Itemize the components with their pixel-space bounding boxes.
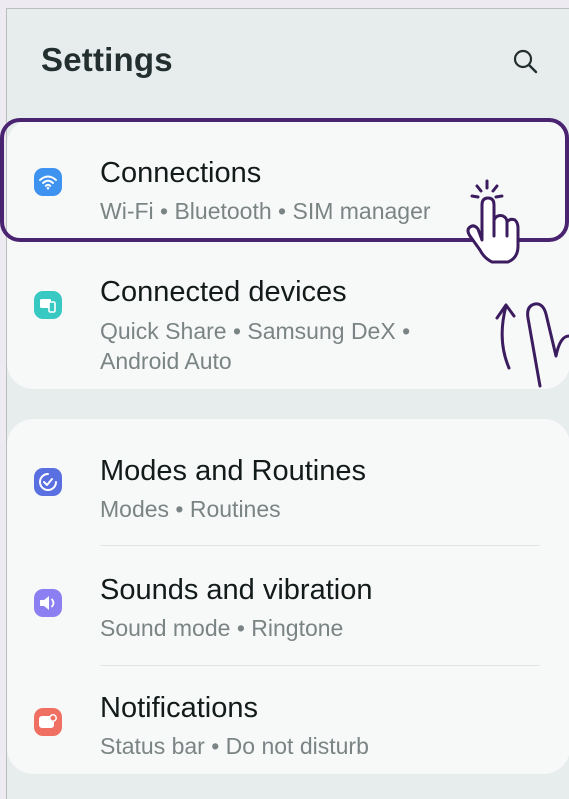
settings-item-connections[interactable]: Connections Wi-Fi • Bluetooth • SIM mana… xyxy=(7,119,569,241)
item-title: Connections xyxy=(100,157,262,189)
settings-item-sounds-and-vibration[interactable]: Sounds and vibration Sound mode • Ringto… xyxy=(7,546,569,664)
item-subtitle: Quick Share • Samsung DeX • xyxy=(100,318,411,344)
item-subtitle-continued: Android Auto xyxy=(100,348,232,374)
wifi-icon xyxy=(34,168,62,196)
check-circle-icon xyxy=(34,468,62,496)
page-title: Settings xyxy=(41,41,173,78)
search-button[interactable] xyxy=(511,47,541,77)
item-subtitle: Sound mode • Ringtone xyxy=(100,615,344,641)
settings-item-modes-and-routines[interactable]: Modes and Routines Modes • Routines xyxy=(7,419,569,543)
settings-item-connected-devices[interactable]: Connected devices Quick Share • Samsung … xyxy=(7,259,569,389)
settings-group-2: Modes and Routines Modes • Routines Soun… xyxy=(7,419,569,774)
header: Settings xyxy=(7,9,569,109)
item-title: Notifications xyxy=(100,692,258,724)
volume-icon xyxy=(34,589,62,617)
item-subtitle: Status bar • Do not disturb xyxy=(100,733,369,759)
settings-group-1: Connections Wi-Fi • Bluetooth • SIM mana… xyxy=(7,119,569,389)
item-title: Sounds and vibration xyxy=(100,574,373,606)
search-icon xyxy=(513,49,538,74)
devices-icon xyxy=(34,291,62,319)
item-title: Modes and Routines xyxy=(100,455,366,487)
item-subtitle: Modes • Routines xyxy=(100,496,281,522)
settings-screen: Settings Connections Wi-Fi • Bluetooth •… xyxy=(6,8,569,799)
item-title: Connected devices xyxy=(100,276,347,308)
notification-icon xyxy=(34,708,62,736)
item-subtitle: Wi-Fi • Bluetooth • SIM manager xyxy=(100,198,431,224)
settings-item-notifications[interactable]: Notifications Status bar • Do not distur… xyxy=(7,666,569,774)
